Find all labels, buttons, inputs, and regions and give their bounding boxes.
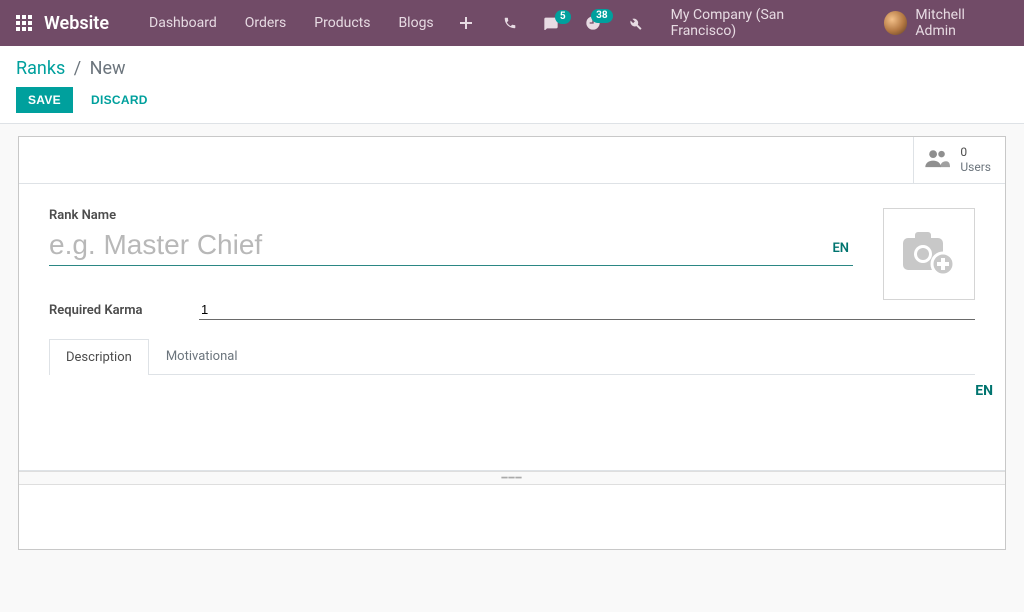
breadcrumb-sep: /: [70, 58, 85, 79]
save-button[interactable]: SAVE: [16, 87, 73, 113]
users-stat-value: 0: [960, 145, 991, 160]
required-karma-label: Required Karma: [49, 303, 199, 318]
description-editor[interactable]: EN: [19, 375, 1005, 471]
rank-image-upload[interactable]: [883, 208, 975, 300]
control-bar: Ranks / New SAVE DISCARD: [0, 46, 1024, 124]
brand[interactable]: Website: [44, 13, 109, 34]
breadcrumb-root[interactable]: Ranks: [16, 58, 65, 79]
chat-icon[interactable]: 5: [532, 16, 570, 30]
user-name: Mitchell Admin: [915, 7, 1008, 39]
nav-item-products[interactable]: Products: [300, 9, 384, 37]
users-stat-label: Users: [960, 160, 991, 175]
resize-handle[interactable]: ━━━: [19, 471, 1005, 485]
activity-badge: 38: [591, 9, 612, 23]
chat-badge: 5: [555, 10, 571, 24]
activity-icon[interactable]: 38: [574, 15, 612, 31]
required-karma-input[interactable]: [199, 300, 975, 320]
rank-name-input[interactable]: [49, 227, 853, 266]
discard-button[interactable]: DISCARD: [83, 88, 156, 112]
phone-icon[interactable]: [492, 16, 528, 30]
avatar: [884, 11, 908, 35]
users-icon: [924, 147, 950, 173]
user-menu[interactable]: Mitchell Admin: [870, 7, 1008, 39]
nav-item-dashboard[interactable]: Dashboard: [135, 9, 231, 37]
rank-name-lang[interactable]: EN: [832, 241, 849, 256]
breadcrumb: Ranks / New: [16, 58, 1008, 79]
nav-item-orders[interactable]: Orders: [231, 9, 301, 37]
company-selector[interactable]: My Company (San Francisco): [657, 7, 866, 39]
apps-icon[interactable]: [16, 15, 32, 31]
tabs: Description Motivational: [49, 338, 975, 375]
customize-icon[interactable]: [616, 16, 653, 31]
users-stat-button[interactable]: 0 Users: [913, 137, 1005, 183]
stat-button-box: 0 Users: [19, 137, 1005, 184]
tab-motivational[interactable]: Motivational: [149, 338, 255, 374]
nav-item-blogs[interactable]: Blogs: [384, 9, 447, 37]
top-navbar: Website Dashboard Orders Products Blogs …: [0, 0, 1024, 46]
nav-menu: Dashboard Orders Products Blogs: [135, 9, 484, 37]
form-sheet: 0 Users Rank Name EN: [18, 136, 1006, 550]
new-content-icon[interactable]: [448, 16, 484, 30]
rank-name-label: Rank Name: [49, 208, 853, 223]
description-lang[interactable]: EN: [975, 383, 993, 399]
breadcrumb-current: New: [90, 58, 126, 79]
tab-description[interactable]: Description: [49, 339, 149, 375]
